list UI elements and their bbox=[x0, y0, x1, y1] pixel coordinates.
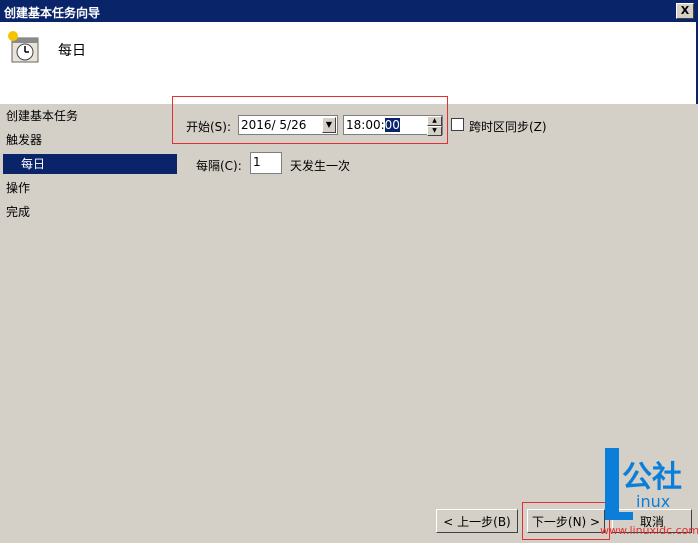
watermark-url: www.linuxidc.com bbox=[600, 524, 698, 537]
start-time-prefix: 18:00: bbox=[346, 118, 385, 132]
sidebar-item-trigger[interactable]: 触发器 bbox=[6, 130, 42, 150]
watermark-brand: 公社 bbox=[622, 460, 682, 495]
start-time-selected: 00 bbox=[384, 118, 400, 132]
every-suffix: 天发生一次 bbox=[290, 159, 351, 173]
sidebar-item-daily[interactable]: 每日 bbox=[3, 154, 177, 174]
sidebar-item-action[interactable]: 操作 bbox=[6, 178, 30, 198]
back-button[interactable]: < 上一步(B) bbox=[436, 509, 518, 533]
start-date-value: 2016/ 5/26 bbox=[241, 118, 307, 132]
sidebar-item-finish[interactable]: 完成 bbox=[6, 202, 30, 222]
title-bar: 创建基本任务向导 X bbox=[0, 0, 698, 22]
wizard-header: 每日 bbox=[0, 22, 698, 104]
sync-timezone-label: 跨时区同步(Z) bbox=[469, 120, 547, 134]
every-label: 每隔(C): bbox=[196, 159, 242, 173]
watermark-sub: inux bbox=[636, 492, 671, 511]
page-title: 每日 bbox=[58, 43, 86, 59]
spin-up-icon[interactable]: ▲ bbox=[427, 116, 442, 126]
start-time-field[interactable]: 18:00:00 ▲ ▼ bbox=[343, 115, 443, 136]
close-button[interactable]: X bbox=[676, 3, 694, 19]
sync-timezone-checkbox[interactable] bbox=[451, 118, 464, 131]
highlight-box-next bbox=[522, 502, 610, 540]
sidebar-item-label: 每日 bbox=[21, 157, 46, 171]
time-spinner[interactable]: ▲ ▼ bbox=[427, 116, 442, 136]
every-days-value: 1 bbox=[253, 155, 261, 169]
every-days-input[interactable]: 1 bbox=[250, 152, 282, 174]
start-date-picker[interactable]: 2016/ 5/26 ▼ bbox=[238, 115, 338, 135]
spin-down-icon[interactable]: ▼ bbox=[427, 126, 442, 136]
window-title: 创建基本任务向导 bbox=[4, 6, 101, 20]
sidebar-item-create-task[interactable]: 创建基本任务 bbox=[6, 106, 78, 126]
clock-calendar-icon bbox=[8, 31, 39, 63]
watermark-l-base bbox=[605, 512, 633, 520]
start-label: 开始(S): bbox=[186, 120, 232, 134]
chevron-down-icon[interactable]: ▼ bbox=[322, 117, 336, 133]
